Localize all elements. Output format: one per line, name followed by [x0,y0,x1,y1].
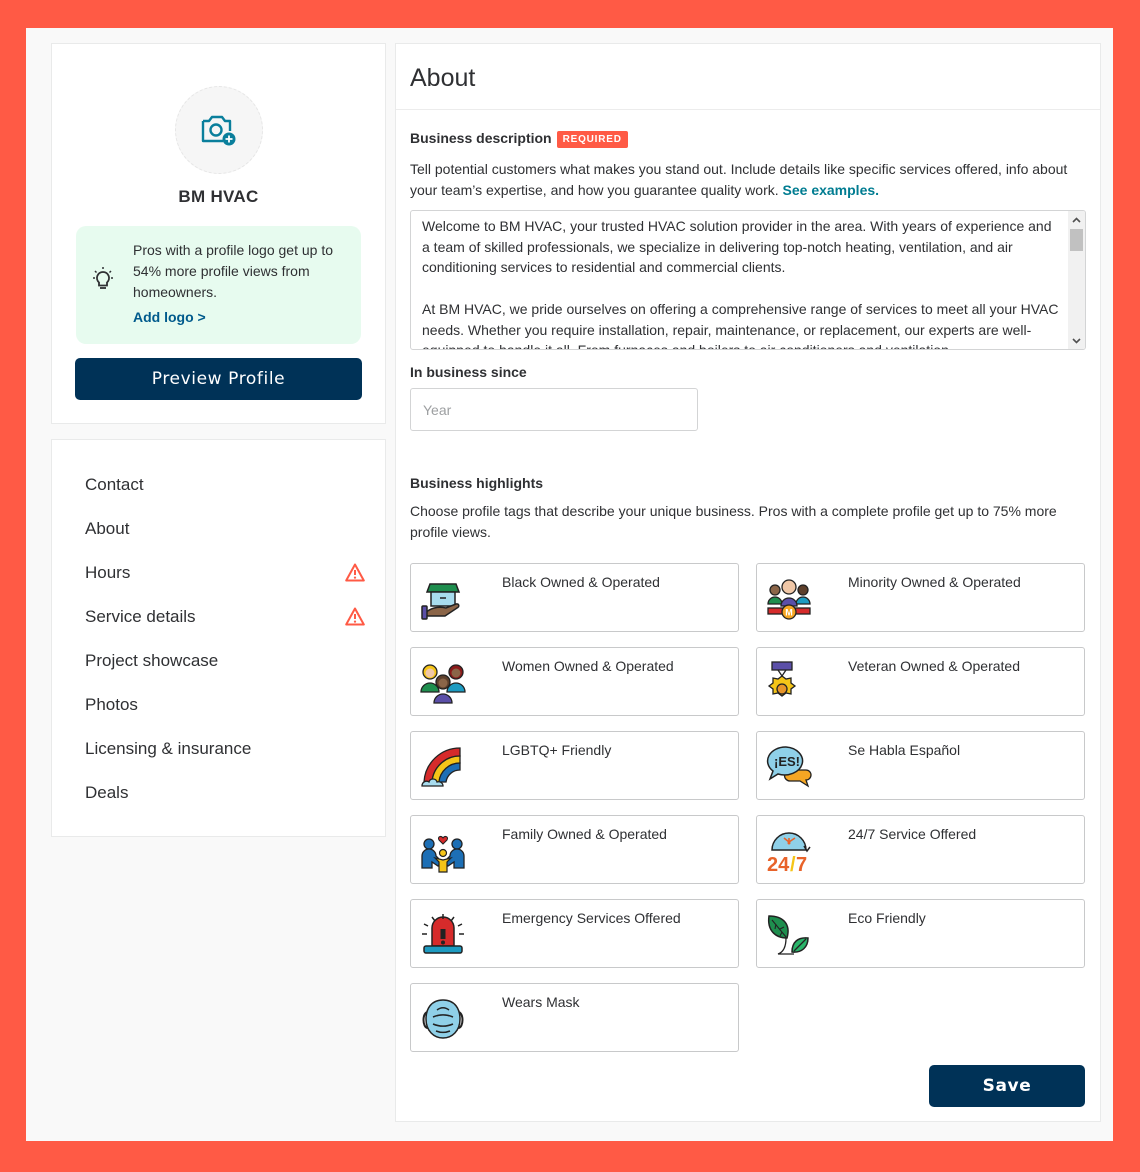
highlight-label: Se Habla Español [848,742,961,758]
business-highlights-help: Choose profile tags that describe your u… [410,503,1057,540]
nav-item-label: Service details [85,607,196,626]
profile-card: BM HVAC Pros with a profile logo get up … [51,43,386,424]
highlight-se-habla-espa-ol[interactable]: ¡ES! Se Habla Español [756,731,1085,800]
nav-item-project-showcase[interactable]: Project showcase [85,639,365,683]
highlight-lgbtq-friendly[interactable]: LGBTQ+ Friendly [410,731,739,800]
highlight-label: Family Owned & Operated [502,826,667,842]
women-group-icon [420,660,466,706]
chevron-down-icon [1072,337,1081,344]
highlight-wears-mask[interactable]: Wears Mask [410,983,739,1052]
title-divider [396,109,1100,110]
business-description-value[interactable]: Welcome to BM HVAC, your trusted HVAC so… [422,216,1062,349]
highlight-family-owned-operated[interactable]: Family Owned & Operated [410,815,739,884]
svg-text:M: M [785,608,793,618]
face-mask-icon [420,996,466,1042]
lightbulb-icon [93,267,113,289]
nav-item-service-details[interactable]: Service details [85,595,365,639]
highlight-label: Emergency Services Offered [502,910,681,926]
camera-add-icon [201,115,236,146]
nav-item-label: Contact [85,475,144,494]
scroll-thumb[interactable] [1070,229,1083,251]
highlight-label: LGBTQ+ Friendly [502,742,612,758]
svg-text:24: 24 [767,854,790,874]
highlight-label: 24/7 Service Offered [848,826,977,842]
chevron-up-icon [1072,216,1081,223]
business-description-label-text: Business description [410,130,552,146]
page-title: About [410,64,476,92]
svg-text:¡ES!: ¡ES! [774,754,800,769]
highlight-label: Minority Owned & Operated [848,574,1021,590]
highlight-eco-friendly[interactable]: Eco Friendly [756,899,1085,968]
logo-tip: Pros with a profile logo get up to 54% m… [76,226,361,344]
nav-item-label: Hours [85,563,131,582]
business-name: BM HVAC [178,187,259,206]
speech-bubble-es-icon: ¡ES! [766,744,812,790]
nav-item-label: Licensing & insurance [85,739,252,758]
preview-profile-button[interactable]: Preview Profile [75,358,362,400]
highlight-label: Women Owned & Operated [502,658,674,674]
nav-item-licensing-insurance[interactable]: Licensing & insurance [85,727,365,771]
highlight-label: Wears Mask [502,994,580,1010]
save-button[interactable]: Save [929,1065,1085,1107]
in-business-since-label: In business since [410,364,527,380]
required-badge: REQUIRED [556,131,628,148]
business-description-label: Business description REQUIRED [410,130,628,148]
scroll-down-arrow[interactable] [1068,332,1085,349]
add-logo-link[interactable]: Add logo > [133,309,206,325]
nav-item-label: Photos [85,695,138,714]
hand-shop-icon [420,576,466,622]
nav-item-label: Deals [85,783,129,802]
highlight-women-owned-operated[interactable]: Women Owned & Operated [410,647,739,716]
highlight-minority-owned-operated[interactable]: M Minority Owned & Operated [756,563,1085,632]
warning-icon [345,607,365,626]
nav-list: Contact About Hours Service details Project … [85,463,365,815]
leaves-icon [766,912,812,958]
about-panel: About Business description REQUIRED Tell … [395,43,1101,1122]
textarea-scrollbar[interactable] [1068,211,1085,349]
people-medal-icon: M [766,576,812,622]
highlight-label: Black Owned & Operated [502,574,660,590]
highlight-label: Eco Friendly [848,910,926,926]
highlight-veteran-owned-operated[interactable]: Veteran Owned & Operated [756,647,1085,716]
section-nav: Contact About Hours Service details Project … [51,439,386,837]
clock-24-7-icon: 24/7 [766,828,812,876]
rainbow-icon [420,744,466,790]
highlight-label: Veteran Owned & Operated [848,658,1020,674]
nav-item-hours[interactable]: Hours [85,551,365,595]
business-highlights-label: Business highlights [410,475,544,491]
business-description-textarea[interactable]: Welcome to BM HVAC, your trusted HVAC so… [410,210,1086,350]
highlight-black-owned-operated[interactable]: Black Owned & Operated [410,563,739,632]
logo-upload[interactable] [175,86,263,174]
warning-icon [345,563,365,582]
nav-item-contact[interactable]: Contact [85,463,365,507]
description-help-text: Tell potential customers what makes you … [410,161,1068,198]
siren-icon [420,912,466,958]
scroll-up-arrow[interactable] [1068,211,1085,228]
business-description-help: Tell potential customers what makes you … [410,159,1085,201]
nav-item-label: About [85,519,130,538]
medal-icon [766,660,812,706]
year-input[interactable] [410,388,698,431]
nav-item-deals[interactable]: Deals [85,771,365,815]
see-examples-link[interactable]: See examples. [783,182,880,198]
nav-item-photos[interactable]: Photos [85,683,365,727]
family-icon [420,828,466,874]
highlight-24-7-service-offered[interactable]: 24/7 24/7 Service Offered [756,815,1085,884]
highlight-emergency-services-offered[interactable]: Emergency Services Offered [410,899,739,968]
nav-item-label: Project showcase [85,651,219,670]
tip-text: Pros with a profile logo get up to 54% m… [133,242,334,300]
nav-item-about[interactable]: About [85,507,365,551]
svg-text:7: 7 [796,854,807,874]
page-frame: BM HVAC Pros with a profile logo get up … [26,28,1113,1141]
